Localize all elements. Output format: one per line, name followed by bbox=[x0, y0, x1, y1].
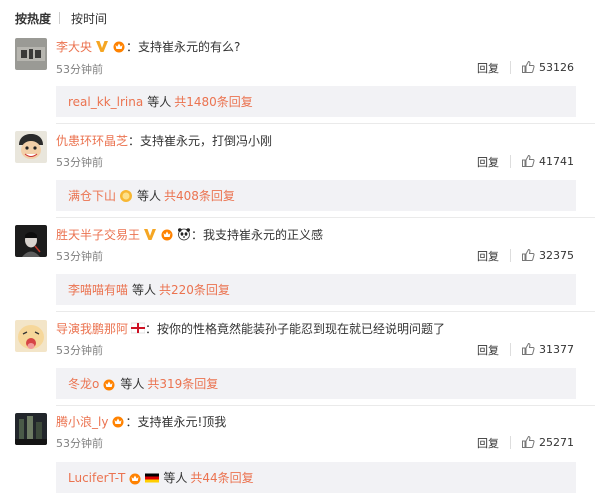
username[interactable]: 李大央 bbox=[56, 38, 92, 55]
thumbs-up-icon bbox=[522, 154, 535, 167]
like-button[interactable]: 25271 bbox=[521, 435, 574, 449]
timestamp: 53分钟前 bbox=[56, 437, 103, 450]
reply-button[interactable]: 回复 bbox=[477, 342, 499, 358]
sub-replies-box[interactable]: 李喵喵有喵 等人 共220条回复 bbox=[56, 274, 576, 305]
comment-line: 胜天半子交易王 ： 我支持崔永元的正义感 bbox=[56, 225, 323, 243]
sub-reply-count[interactable]: 共220条回复 bbox=[159, 281, 230, 298]
like-count: 31377 bbox=[539, 342, 574, 356]
thumbs-up-icon bbox=[522, 435, 535, 448]
verified-v-icon bbox=[95, 39, 109, 53]
colon: ： bbox=[145, 321, 158, 336]
sub-reply-count[interactable]: 共44条回复 bbox=[190, 469, 253, 486]
comment-divider bbox=[56, 217, 595, 218]
comment-divider bbox=[56, 123, 595, 124]
comment-line: 李大央 ： 支持崔永元的有么? bbox=[56, 37, 240, 55]
sub-reply-count[interactable]: 共319条回复 bbox=[147, 375, 218, 392]
like-button[interactable]: 32375 bbox=[521, 248, 574, 262]
colon: ： bbox=[126, 39, 139, 54]
germany-flag-icon bbox=[145, 471, 160, 485]
comment-line: 腾小浪_ly ： 支持崔永元!顶我 bbox=[56, 412, 226, 430]
avatar[interactable] bbox=[15, 413, 47, 445]
like-button[interactable]: 31377 bbox=[521, 342, 574, 356]
gold-medal-icon bbox=[119, 189, 133, 203]
action-divider bbox=[510, 436, 511, 449]
like-count: 53126 bbox=[539, 60, 574, 74]
panda-icon bbox=[177, 227, 191, 241]
reply-button[interactable]: 回复 bbox=[477, 248, 499, 264]
comment-text: 支持崔永元的有么? bbox=[138, 39, 241, 54]
sub-reply-user[interactable]: real_kk_lrina bbox=[68, 95, 143, 109]
comment-text: 支持崔永元，打倒冯小刚 bbox=[140, 133, 273, 148]
sort-by-hot[interactable]: 按热度 bbox=[15, 10, 51, 27]
action-divider bbox=[510, 249, 511, 262]
sub-reply-label: 等人 bbox=[163, 471, 188, 485]
sort-by-time[interactable]: 按时间 bbox=[71, 10, 107, 27]
england-flag-icon bbox=[131, 321, 146, 335]
timestamp: 53分钟前 bbox=[56, 156, 103, 169]
like-button[interactable]: 53126 bbox=[521, 60, 574, 74]
username[interactable]: 腾小浪_ly bbox=[56, 413, 108, 430]
timestamp: 53分钟前 bbox=[56, 250, 103, 263]
thumbs-up-icon bbox=[522, 248, 535, 261]
username[interactable]: 导演我鹏那阿 bbox=[56, 320, 128, 337]
comment-text: 按你的性格竟然能装孙子能忍到现在就已经说明问题了 bbox=[157, 321, 446, 336]
sub-reply-label: 等人 bbox=[137, 189, 162, 203]
sub-reply-label: 等人 bbox=[147, 95, 172, 109]
colon: ： bbox=[191, 227, 204, 242]
avatar[interactable] bbox=[15, 131, 47, 163]
sort-bar: 按热度 按时间 bbox=[0, 0, 595, 34]
sub-reply-user[interactable]: 冬龙o bbox=[68, 375, 99, 392]
colon: ： bbox=[128, 133, 141, 148]
comment-divider bbox=[56, 311, 595, 312]
sub-replies-box[interactable]: real_kk_lrina 等人 共1480条回复 bbox=[56, 86, 576, 117]
avatar[interactable] bbox=[15, 38, 47, 70]
member-crown-icon bbox=[160, 227, 174, 241]
like-button[interactable]: 41741 bbox=[521, 154, 574, 168]
member-crown-icon bbox=[111, 414, 125, 428]
sort-divider bbox=[59, 12, 60, 24]
colon: ： bbox=[125, 414, 138, 429]
thumbs-up-icon bbox=[522, 342, 535, 355]
timestamp: 53分钟前 bbox=[56, 63, 103, 76]
sub-reply-label: 等人 bbox=[132, 283, 157, 297]
reply-button[interactable]: 回复 bbox=[477, 60, 499, 76]
like-count: 41741 bbox=[539, 154, 574, 168]
sub-reply-user[interactable]: 李喵喵有喵 bbox=[68, 281, 128, 298]
member-crown-icon bbox=[102, 377, 116, 391]
sub-replies-box[interactable]: LuciferT-T 等人 共44条回复 bbox=[56, 462, 576, 493]
like-count: 32375 bbox=[539, 248, 574, 262]
action-divider bbox=[510, 155, 511, 168]
comment-line: 仇患环环晶芝 ： 支持崔永元，打倒冯小刚 bbox=[56, 131, 272, 149]
avatar[interactable] bbox=[15, 320, 47, 352]
sub-replies-box[interactable]: 满仓下山 等人 共408条回复 bbox=[56, 180, 576, 211]
member-crown-icon bbox=[128, 471, 142, 485]
action-divider bbox=[510, 343, 511, 356]
verified-v-icon bbox=[143, 227, 157, 241]
sub-replies-box[interactable]: 冬龙o 等人 共319条回复 bbox=[56, 368, 576, 399]
reply-button[interactable]: 回复 bbox=[477, 435, 499, 451]
sub-reply-label: 等人 bbox=[120, 377, 145, 391]
reply-button[interactable]: 回复 bbox=[477, 154, 499, 170]
sub-reply-user[interactable]: 满仓下山 bbox=[68, 187, 116, 204]
comment-text: 我支持崔永元的正义感 bbox=[203, 227, 324, 242]
action-divider bbox=[510, 61, 511, 74]
like-count: 25271 bbox=[539, 435, 574, 449]
timestamp: 53分钟前 bbox=[56, 344, 103, 357]
sub-reply-user[interactable]: LuciferT-T bbox=[68, 471, 125, 485]
sub-reply-count[interactable]: 共408条回复 bbox=[164, 187, 235, 204]
comment-text: 支持崔永元!顶我 bbox=[137, 414, 227, 429]
member-crown-icon bbox=[112, 39, 126, 53]
thumbs-up-icon bbox=[522, 60, 535, 73]
avatar[interactable] bbox=[15, 225, 47, 257]
username[interactable]: 仇患环环晶芝 bbox=[56, 132, 128, 149]
comment-divider bbox=[56, 405, 595, 406]
sub-reply-count[interactable]: 共1480条回复 bbox=[174, 93, 253, 110]
comment-line: 导演我鹏那阿 ： 按你的性格竟然能装孙子能忍到现在就已经说明问题了 bbox=[56, 319, 445, 337]
username[interactable]: 胜天半子交易王 bbox=[56, 226, 140, 243]
